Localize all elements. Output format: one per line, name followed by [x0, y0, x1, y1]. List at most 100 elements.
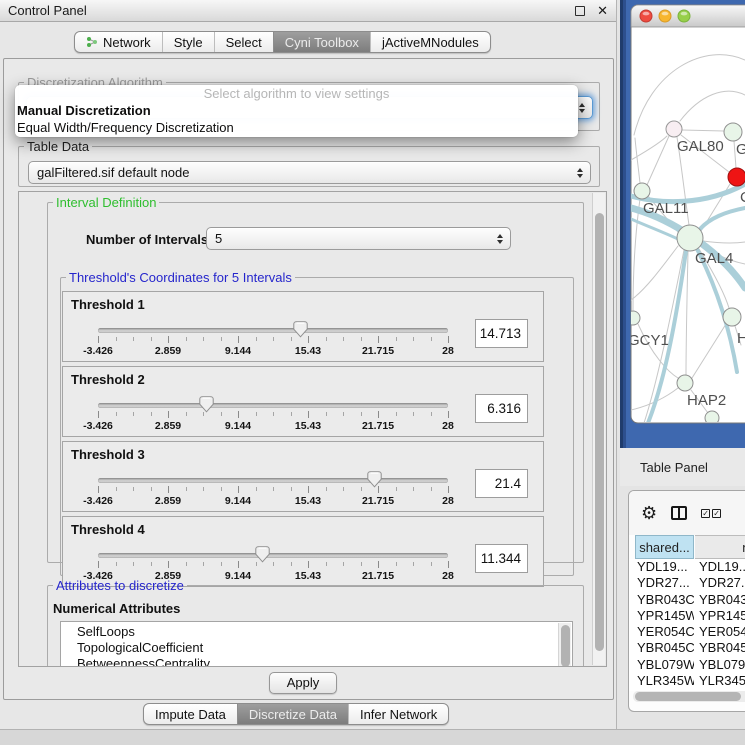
slider-tick	[291, 412, 292, 416]
slider-tick	[168, 486, 169, 493]
table-hscrollbar-thumb[interactable]	[635, 692, 741, 701]
table-cell[interactable]: YPR145W	[635, 608, 694, 624]
table-row[interactable]: YBR045CYBR045C	[629, 640, 745, 656]
network-node-gal80[interactable]	[666, 121, 682, 137]
number-of-intervals-combobox[interactable]: 5	[206, 227, 511, 250]
slider-track[interactable]	[98, 553, 448, 558]
tab-style[interactable]: Style	[162, 32, 214, 52]
table-cell[interactable]: YDR27...	[695, 575, 745, 591]
table-row[interactable]: YBR043CYBR043C	[629, 592, 745, 608]
table-row[interactable]: YDL19...YDL19...	[629, 559, 745, 575]
table-cell[interactable]: YBL079W	[695, 657, 745, 673]
slider-thumb[interactable]	[293, 321, 308, 343]
bottom-tab-bar: Impute DataDiscretize DataInfer Network	[143, 703, 449, 725]
table-hscrollbar[interactable]	[633, 691, 745, 702]
attribute-item-topologicalcoefficient[interactable]: TopologicalCoefficient	[77, 640, 572, 656]
close-panel-icon[interactable]: ✕	[597, 6, 608, 16]
table-cell[interactable]: YER054C	[635, 624, 694, 640]
threshold-slider[interactable]: -3.4262.8599.14415.4321.71528	[98, 320, 448, 360]
slider-tick	[361, 337, 362, 341]
table-row[interactable]: YLR345WYLR345W	[629, 673, 745, 689]
zoom-traffic-light-icon[interactable]	[678, 10, 690, 22]
settings-scrollbar-thumb[interactable]	[595, 213, 604, 651]
apply-button[interactable]: Apply	[269, 672, 337, 694]
threshold-value-field[interactable]: 14.713	[475, 319, 528, 348]
table-cell[interactable]: YBR043C	[635, 592, 694, 608]
network-node-hap2[interactable]	[677, 375, 693, 391]
tab-select[interactable]: Select	[214, 32, 273, 52]
algorithm-option-equal-width-frequency-discretization[interactable]: Equal Width/Frequency Discretization	[15, 119, 578, 136]
table-cell[interactable]: YDL19...	[635, 559, 694, 575]
network-view[interactable]: GAL80GACGAL11GAL4GCY1HHAP2	[620, 0, 745, 448]
table-cell[interactable]: YLR345W	[695, 673, 745, 689]
algorithm-option-manual-discretization[interactable]: Manual Discretization	[15, 102, 578, 119]
table-cell[interactable]: YDL19...	[695, 559, 745, 575]
network-node-h[interactable]	[723, 308, 741, 326]
combo-arrows-icon	[577, 168, 583, 178]
table-panel-title: Table Panel	[620, 448, 745, 486]
network-node-gal4[interactable]	[677, 225, 703, 251]
column-header-shared-name[interactable]: shared...	[635, 535, 694, 559]
threshold-slider[interactable]: -3.4262.8599.14415.4321.71528	[98, 470, 448, 510]
table-cell[interactable]: YER054C	[695, 624, 745, 640]
network-node-gal11[interactable]	[634, 183, 650, 199]
slider-thumb[interactable]	[199, 396, 214, 418]
threshold-value-field[interactable]: 6.316	[475, 394, 528, 423]
table-row[interactable]: YPR145WYPR145W	[629, 608, 745, 624]
slider-track[interactable]	[98, 478, 448, 483]
tab-infer-network[interactable]: Infer Network	[348, 704, 448, 724]
slider-tick	[431, 337, 432, 341]
table-cell[interactable]: YBR045C	[695, 640, 745, 656]
minimize-traffic-light-icon[interactable]	[659, 10, 671, 22]
columns-icon[interactable]	[671, 506, 687, 520]
threshold-value-field[interactable]: 21.4	[475, 469, 528, 498]
list-scrollbar-thumb[interactable]	[561, 625, 570, 667]
tab-jactivemnodules[interactable]: jActiveMNodules	[370, 32, 490, 52]
threshold-slider[interactable]: -3.4262.8599.14415.4321.71528	[98, 395, 448, 435]
attribute-item-selfloops[interactable]: SelfLoops	[77, 624, 572, 640]
threshold-label: Threshold 3	[71, 447, 145, 462]
tab-network[interactable]: Network	[75, 32, 162, 52]
table-cell[interactable]: YBL079W	[635, 657, 694, 673]
table-cell[interactable]: YBR043C	[695, 592, 745, 608]
table-row[interactable]: YDR27...YDR27...	[629, 575, 745, 591]
slider-tick	[168, 411, 169, 418]
select-columns-icon[interactable]: ✓✓	[701, 509, 721, 518]
threshold-value-field[interactable]: 11.344	[475, 544, 528, 573]
column-header-name[interactable]: na	[695, 535, 745, 559]
table-cell[interactable]: YDR27...	[635, 575, 694, 591]
slider-thumb[interactable]	[367, 471, 382, 493]
attribute-item-betweennesscentrality[interactable]: BetweennessCentrality	[77, 656, 572, 667]
slider-tick	[203, 562, 204, 566]
slider-tick	[291, 562, 292, 566]
table-cell[interactable]: YLR345W	[635, 673, 694, 689]
close-traffic-light-icon[interactable]	[640, 10, 652, 22]
gear-icon[interactable]: ⚙︎	[641, 504, 657, 522]
slider-tick	[203, 337, 204, 341]
slider-track[interactable]	[98, 328, 448, 333]
slider-tick-label: 28	[442, 345, 454, 357]
slider-tick	[98, 561, 99, 568]
network-node-c[interactable]	[728, 168, 745, 186]
slider-tick-labels: -3.4262.8599.14415.4321.71528	[98, 495, 448, 507]
settings-scrollbar[interactable]	[592, 193, 605, 665]
slider-tick	[431, 412, 432, 416]
slider-tick	[273, 412, 274, 416]
network-node-ga[interactable]	[724, 123, 742, 141]
table-data-combobox[interactable]: galFiltered.sif default node	[28, 161, 591, 184]
table-cell[interactable]: YBR045C	[635, 640, 694, 656]
tab-discretize-data[interactable]: Discretize Data	[237, 704, 348, 724]
tab-impute-data[interactable]: Impute Data	[144, 704, 237, 724]
table-row[interactable]: YBL079WYBL079W	[629, 657, 745, 673]
tab-cyni-toolbox[interactable]: Cyni Toolbox	[273, 32, 370, 52]
slider-thumb[interactable]	[255, 546, 270, 568]
float-window-icon[interactable]	[575, 6, 585, 16]
slider-tick	[273, 562, 274, 566]
numerical-attributes-list[interactable]: SelfLoopsTopologicalCoefficientBetweenne…	[60, 621, 573, 667]
list-scrollbar[interactable]	[558, 623, 571, 667]
table-cell[interactable]: YPR145W	[695, 608, 745, 624]
table-row[interactable]: YER054CYER054C	[629, 624, 745, 640]
slider-track[interactable]	[98, 403, 448, 408]
slider-tick	[378, 561, 379, 568]
slider-tick	[343, 487, 344, 491]
